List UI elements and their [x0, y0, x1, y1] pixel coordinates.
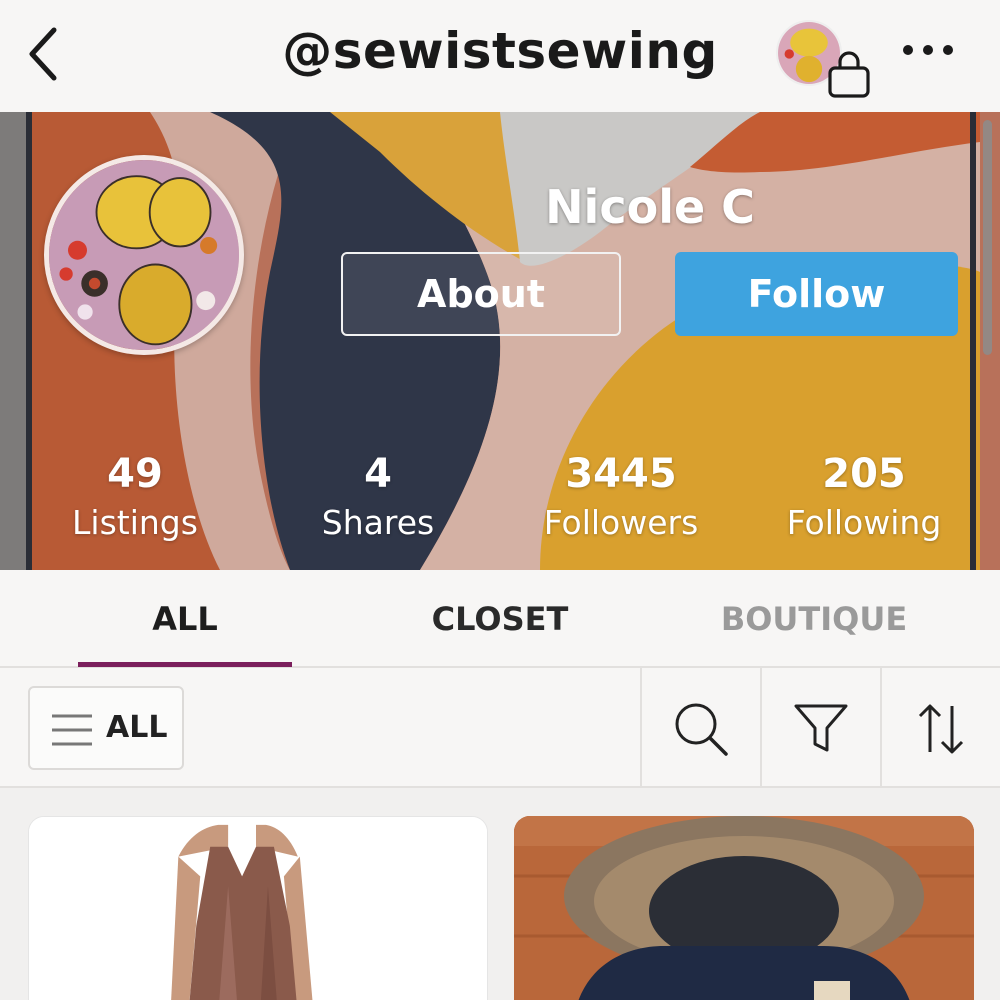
stat-label: Listings	[72, 503, 198, 542]
profile-name: Nicole C	[545, 180, 755, 234]
listing-photo-fur-parka	[514, 816, 974, 1000]
listing-card[interactable]	[28, 816, 488, 1000]
stat-label: Following	[786, 503, 942, 542]
chevron-left-icon	[29, 27, 57, 81]
sort-button[interactable]	[882, 668, 1000, 788]
top-bar: @sewistsewing	[0, 0, 1000, 112]
stat-shares[interactable]: 4 Shares	[258, 450, 498, 548]
sort-arrows-icon	[918, 704, 964, 754]
shopping-bag-icon[interactable]	[826, 50, 872, 100]
back-button[interactable]	[22, 22, 66, 86]
stat-value: 205	[822, 451, 906, 497]
tab-all[interactable]: ALL	[78, 570, 292, 668]
category-filter-label: ALL	[106, 710, 168, 745]
tab-boutique[interactable]: BOUTIQUE	[700, 570, 928, 668]
stat-value: 3445	[565, 451, 677, 497]
tab-closet[interactable]: CLOSET	[390, 570, 610, 668]
profile-cover: Nicole C About Follow 49 Listings 4 Shar…	[0, 112, 1000, 570]
active-tab-indicator	[78, 662, 292, 667]
stat-value: 49	[107, 451, 163, 497]
listing-grid	[0, 788, 1000, 1000]
listing-toolbar: ALL	[0, 668, 1000, 788]
more-horizontal-icon[interactable]	[898, 30, 958, 70]
stat-label: Shares	[321, 503, 435, 542]
stat-following[interactable]: 205 Following	[744, 450, 984, 548]
profile-avatar[interactable]	[44, 155, 244, 355]
stat-followers[interactable]: 3445 Followers	[501, 450, 741, 548]
follow-button[interactable]: Follow	[675, 252, 958, 336]
search-icon	[675, 703, 728, 756]
listing-photo-slip-dress	[29, 817, 487, 1000]
funnel-icon	[794, 704, 848, 752]
avatar-painting-image	[49, 160, 239, 350]
stat-label: Followers	[543, 503, 699, 542]
filter-button[interactable]	[762, 668, 880, 788]
scrollbar-thumb[interactable]	[983, 120, 992, 355]
closet-tabs: ALL CLOSET BOUTIQUE	[0, 570, 1000, 668]
menu-lines-icon	[52, 714, 92, 746]
listing-card[interactable]	[514, 816, 974, 1000]
stat-value: 4	[364, 451, 392, 497]
about-button[interactable]: About	[341, 252, 621, 336]
search-button[interactable]	[642, 668, 760, 788]
stat-listings[interactable]: 49 Listings	[15, 450, 255, 548]
category-filter-button[interactable]: ALL	[28, 686, 184, 770]
